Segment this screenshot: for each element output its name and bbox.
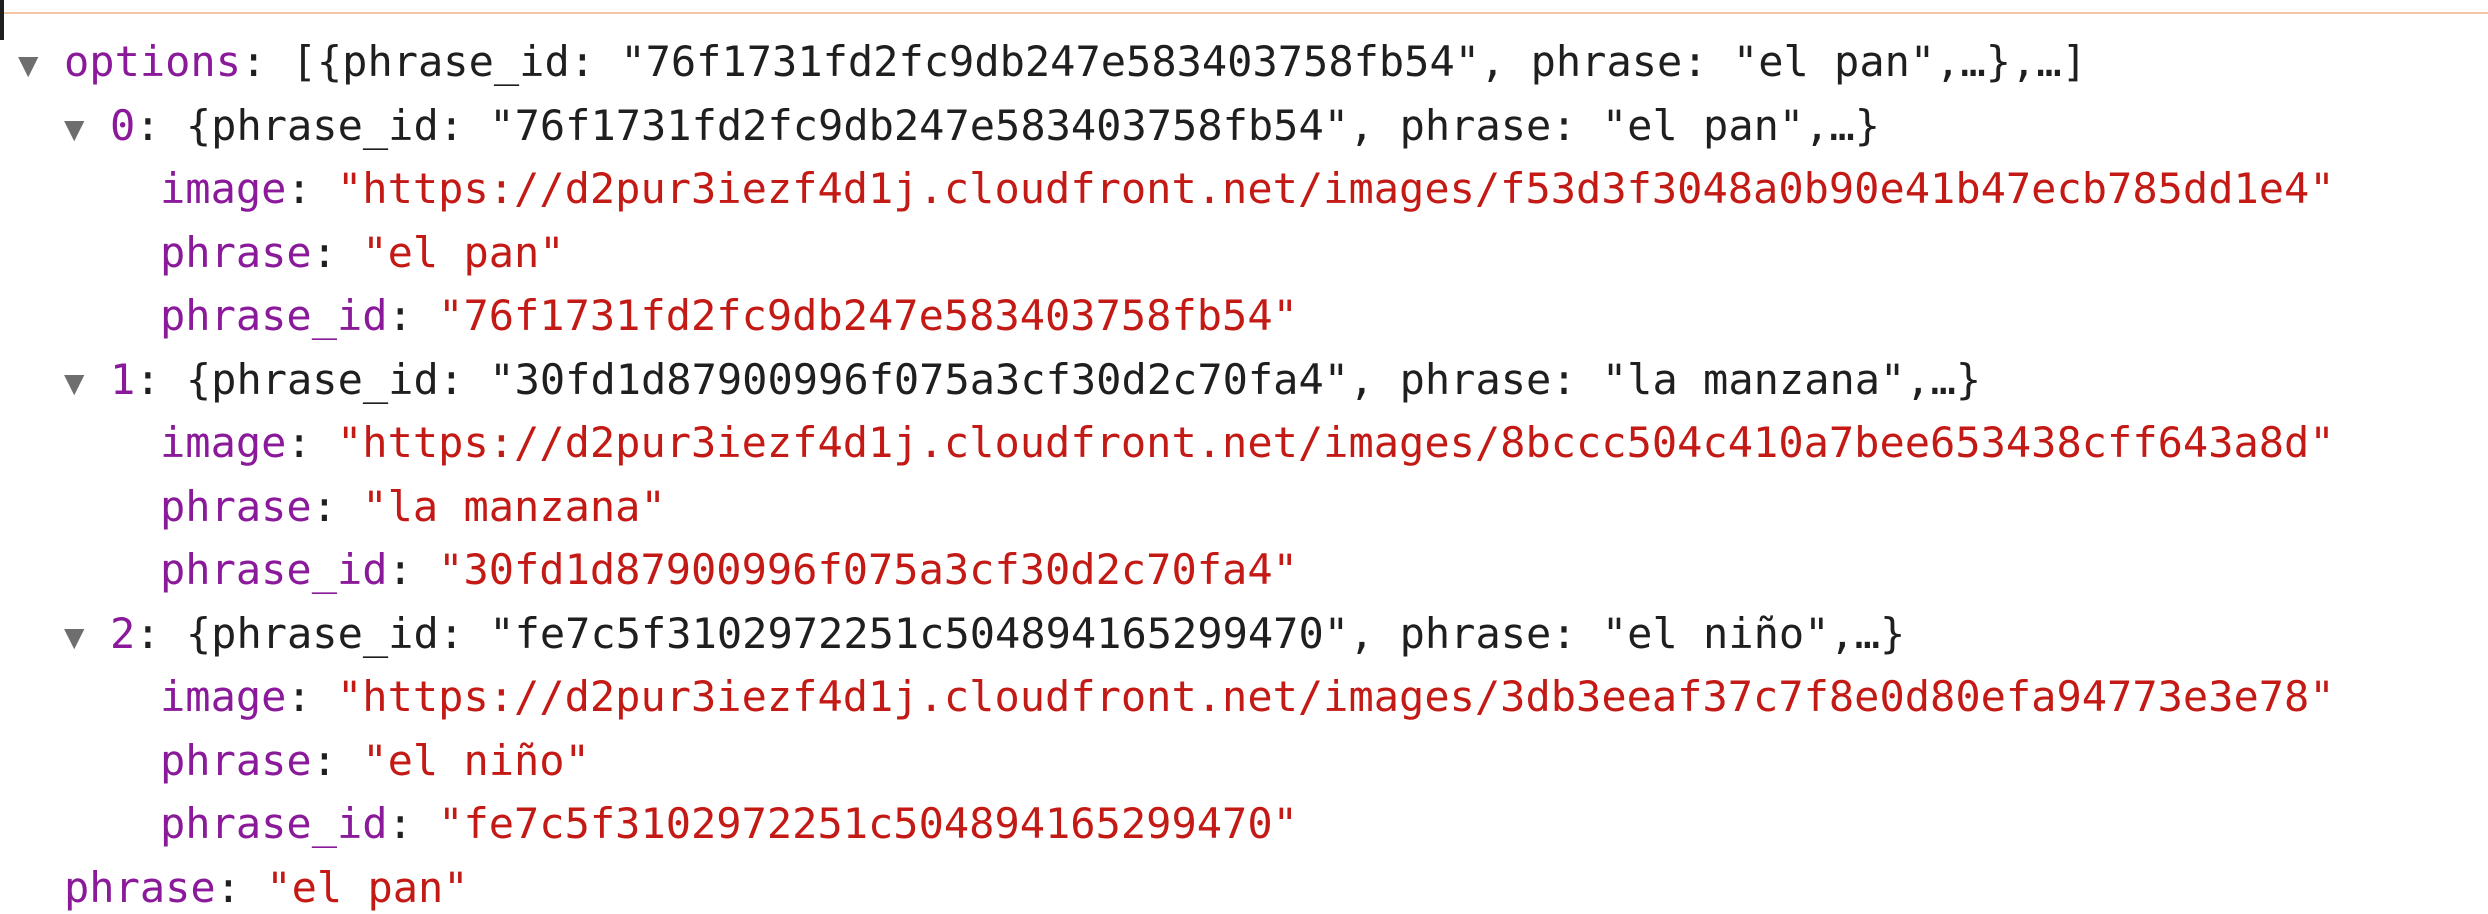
colon: : bbox=[311, 481, 363, 531]
top-divider bbox=[0, 0, 2488, 14]
colon: : bbox=[286, 418, 338, 467]
image-key: image bbox=[160, 418, 287, 467]
image-key: image bbox=[160, 164, 287, 213]
image-value[interactable]: "https://d2pur3iezf4d1j.cloudfront.net/i… bbox=[337, 418, 2335, 467]
image-value[interactable]: "https://d2pur3iezf4d1j.cloudfront.net/i… bbox=[337, 164, 2335, 213]
phrase-key: phrase bbox=[160, 735, 312, 785]
item-1-phrase-id-row[interactable]: phrase_id: "30fd1d87900996f075a3cf30d2c7… bbox=[0, 538, 2488, 602]
item-summary: {phrase_id: "30fd1d87900996f075a3cf30d2c… bbox=[185, 354, 1982, 404]
options-row[interactable]: ▼ options: [{phrase_id: "76f1731fd2fc9db2… bbox=[0, 30, 2488, 94]
triangle-down-icon[interactable]: ▼ bbox=[64, 606, 110, 670]
item-2-row[interactable]: ▼ 2: {phrase_id: "fe7c5f3102972251c504894… bbox=[0, 602, 2488, 666]
item-index: 1 bbox=[110, 354, 136, 404]
item-summary: {phrase_id: "fe7c5f3102972251c5048941652… bbox=[185, 608, 1906, 658]
object-tree: ▼ options: [{phrase_id: "76f1731fd2fc9db2… bbox=[0, 30, 2488, 914]
item-2-phrase-id-row[interactable]: phrase_id: "fe7c5f3102972251c50489416529… bbox=[0, 792, 2488, 856]
item-0-image-row[interactable]: image: "https://d2pur3iezf4d1j.cloudfron… bbox=[0, 157, 2488, 221]
item-1-row[interactable]: ▼ 1: {phrase_id: "30fd1d87900996f075a3cf3… bbox=[0, 348, 2488, 412]
colon: : bbox=[311, 735, 363, 785]
root-phrase-row[interactable]: phrase: "el pan" bbox=[0, 856, 2488, 914]
item-1-image-row[interactable]: image: "https://d2pur3iezf4d1j.cloudfron… bbox=[0, 411, 2488, 475]
phrase-value[interactable]: "el niño" bbox=[362, 736, 590, 785]
triangle-down-icon[interactable]: ▼ bbox=[18, 34, 64, 98]
phrase-value[interactable]: "el pan" bbox=[362, 228, 564, 277]
phrase-id-key: phrase_id bbox=[160, 291, 388, 340]
options-key: options bbox=[64, 37, 242, 86]
item-index: 2 bbox=[110, 608, 136, 658]
phrase-key: phrase bbox=[64, 862, 216, 912]
phrase-key: phrase bbox=[160, 481, 312, 531]
phrase-id-value[interactable]: "fe7c5f3102972251c504894165299470" bbox=[438, 799, 1298, 848]
item-index: 0 bbox=[110, 100, 136, 150]
phrase-value[interactable]: "la manzana" bbox=[362, 482, 665, 531]
phrase-id-key: phrase_id bbox=[160, 799, 388, 848]
colon: : bbox=[286, 672, 338, 721]
phrase-key: phrase bbox=[160, 227, 312, 277]
colon: : bbox=[387, 799, 439, 848]
item-0-phrase-id-row[interactable]: phrase_id: "76f1731fd2fc9db247e583403758… bbox=[0, 284, 2488, 348]
phrase-id-value[interactable]: "76f1731fd2fc9db247e583403758fb54" bbox=[438, 291, 1298, 340]
colon: : bbox=[387, 545, 439, 594]
item-2-image-row[interactable]: image: "https://d2pur3iezf4d1j.cloudfron… bbox=[0, 665, 2488, 729]
phrase-value[interactable]: "el pan" bbox=[266, 863, 468, 912]
item-summary: {phrase_id: "76f1731fd2fc9db247e58340375… bbox=[185, 100, 1881, 150]
options-summary: [{phrase_id: "76f1731fd2fc9db247e5834037… bbox=[291, 37, 2087, 86]
colon: : bbox=[311, 227, 363, 277]
item-separator: : bbox=[135, 354, 186, 404]
triangle-down-icon[interactable]: ▼ bbox=[64, 352, 110, 416]
phrase-id-value[interactable]: "30fd1d87900996f075a3cf30d2c70fa4" bbox=[438, 545, 1298, 594]
phrase-id-key: phrase_id bbox=[160, 545, 388, 594]
item-0-row[interactable]: ▼ 0: {phrase_id: "76f1731fd2fc9db247e5834… bbox=[0, 94, 2488, 158]
item-1-phrase-row[interactable]: phrase: "la manzana" bbox=[0, 475, 2488, 539]
options-separator: : bbox=[241, 37, 292, 86]
colon: : bbox=[286, 164, 338, 213]
image-key: image bbox=[160, 672, 287, 721]
item-separator: : bbox=[135, 608, 186, 658]
image-value[interactable]: "https://d2pur3iezf4d1j.cloudfront.net/i… bbox=[337, 672, 2335, 721]
item-2-phrase-row[interactable]: phrase: "el niño" bbox=[0, 729, 2488, 793]
colon: : bbox=[387, 291, 439, 340]
item-0-phrase-row[interactable]: phrase: "el pan" bbox=[0, 221, 2488, 285]
triangle-down-icon[interactable]: ▼ bbox=[64, 98, 110, 162]
colon: : bbox=[215, 862, 267, 912]
item-separator: : bbox=[135, 100, 186, 150]
